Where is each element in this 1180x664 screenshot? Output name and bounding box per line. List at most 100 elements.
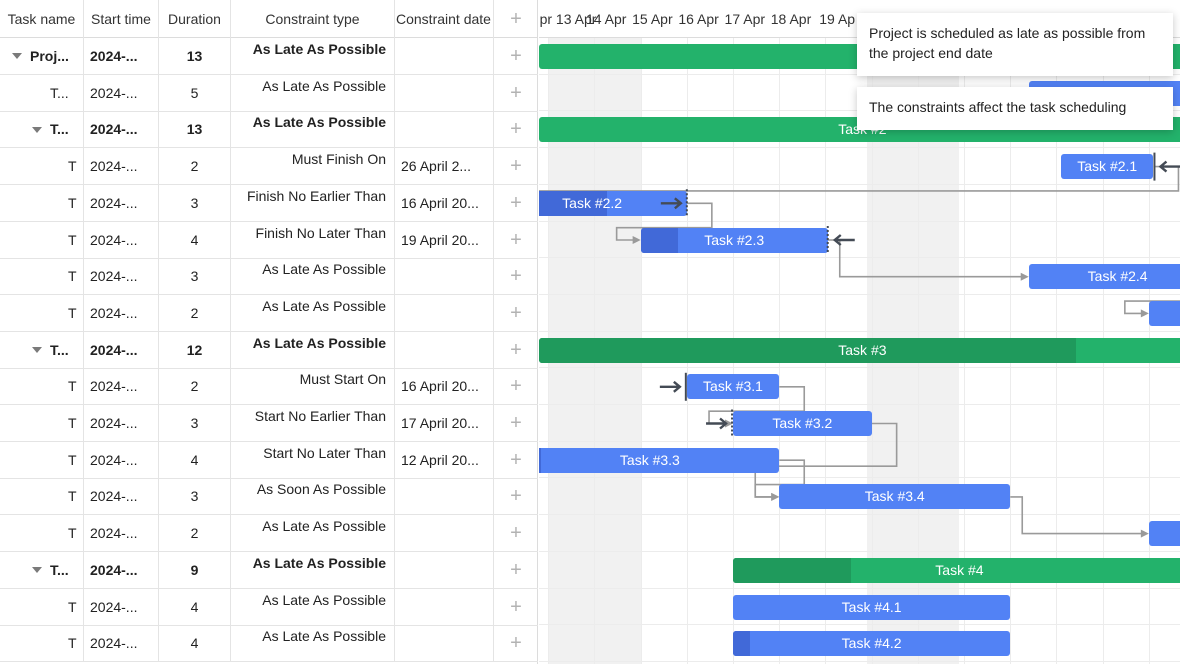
start-time-cell[interactable]: 2024-... — [84, 74, 159, 111]
add-subtask-button[interactable]: + — [494, 75, 538, 111]
task-name-cell[interactable]: T — [0, 625, 84, 662]
add-subtask-button[interactable]: + — [494, 295, 538, 331]
task-name-cell[interactable]: T — [0, 478, 84, 515]
task-name-cell[interactable]: T — [0, 368, 84, 405]
add-subtask-button[interactable]: + — [494, 478, 538, 514]
constraint-type-cell[interactable]: Must Start On — [231, 368, 395, 405]
duration-cell[interactable]: 4 — [159, 588, 231, 625]
collapse-caret-icon[interactable] — [32, 567, 42, 574]
task-name-cell[interactable]: T... — [0, 331, 84, 368]
table-row[interactable]: T 2024-... 4 As Late As Possible + — [0, 625, 538, 663]
start-time-cell[interactable]: 2024-... — [84, 294, 159, 331]
add-subtask-button[interactable]: + — [494, 552, 538, 588]
column-header-constraint-type[interactable]: Constraint type — [231, 0, 395, 38]
collapse-caret-icon[interactable] — [12, 53, 22, 60]
add-subtask-button[interactable]: + — [494, 515, 538, 551]
add-subtask-button[interactable]: + — [494, 442, 538, 478]
duration-cell[interactable]: 13 — [159, 111, 231, 148]
constraint-date-cell[interactable] — [395, 74, 494, 111]
table-row[interactable]: T 2024-... 2 Must Finish On 26 April 2... + — [0, 148, 538, 186]
constraint-date-cell[interactable] — [395, 625, 494, 662]
task-name-cell[interactable]: T... — [0, 74, 84, 111]
task-name-cell[interactable]: T — [0, 588, 84, 625]
start-time-cell[interactable]: 2024-... — [84, 588, 159, 625]
table-row[interactable]: Proj... 2024-... 13 As Late As Possible + — [0, 38, 538, 75]
constraint-date-cell[interactable] — [395, 588, 494, 625]
constraint-date-cell[interactable] — [395, 258, 494, 295]
duration-cell[interactable]: 5 — [159, 74, 231, 111]
column-header-constraint-date[interactable]: Constraint date — [395, 0, 494, 38]
constraint-date-cell[interactable]: 16 April 20... — [395, 368, 494, 405]
start-time-cell[interactable]: 2024-... — [84, 331, 159, 368]
column-header-start-time[interactable]: Start time — [84, 0, 159, 38]
add-subtask-button[interactable]: + — [494, 589, 538, 625]
constraint-type-cell[interactable]: As Soon As Possible — [231, 478, 395, 515]
table-row[interactable]: T 2024-... 4 Start No Later Than 12 April 20… — [0, 441, 538, 479]
duration-cell[interactable]: 2 — [159, 368, 231, 405]
add-subtask-button[interactable]: + — [494, 258, 538, 294]
table-row[interactable]: T 2024-... 3 Finish No Earlier Than 16 April… — [0, 184, 538, 222]
table-row[interactable]: T 2024-... 3 As Late As Possible + — [0, 258, 538, 296]
duration-cell[interactable]: 3 — [159, 478, 231, 515]
add-subtask-button[interactable]: + — [494, 332, 538, 368]
add-subtask-button[interactable]: + — [494, 222, 538, 258]
constraint-date-cell[interactable] — [395, 111, 494, 148]
duration-cell[interactable]: 2 — [159, 148, 231, 185]
duration-cell[interactable]: 4 — [159, 221, 231, 258]
task-name-cell[interactable]: T — [0, 221, 84, 258]
add-subtask-button[interactable]: + — [494, 625, 538, 661]
constraint-type-cell[interactable]: As Late As Possible — [231, 111, 395, 148]
start-time-cell[interactable]: 2024-... — [84, 441, 159, 478]
add-subtask-button[interactable]: + — [494, 111, 538, 147]
column-header-task-name[interactable]: Task name — [0, 0, 84, 38]
duration-cell[interactable]: 3 — [159, 258, 231, 295]
constraint-date-cell[interactable] — [395, 38, 494, 74]
table-row[interactable]: T 2024-... 3 As Soon As Possible + — [0, 478, 538, 516]
column-header-duration[interactable]: Duration — [159, 0, 231, 38]
start-time-cell[interactable]: 2024-... — [84, 515, 159, 552]
table-row[interactable]: T 2024-... 2 As Late As Possible + — [0, 515, 538, 553]
add-subtask-button[interactable]: + — [494, 405, 538, 441]
constraint-type-cell[interactable]: As Late As Possible — [231, 38, 395, 74]
constraint-date-cell[interactable]: 16 April 20... — [395, 184, 494, 221]
table-row[interactable]: T 2024-... 4 Finish No Later Than 19 April 2… — [0, 221, 538, 259]
add-subtask-button[interactable]: + — [494, 368, 538, 404]
start-time-cell[interactable]: 2024-... — [84, 478, 159, 515]
task-name-cell[interactable]: T — [0, 184, 84, 221]
task-name-cell[interactable]: Proj... — [0, 38, 84, 74]
constraint-type-cell[interactable]: Start No Earlier Than — [231, 405, 395, 441]
task-name-cell[interactable]: T — [0, 441, 84, 478]
duration-cell[interactable]: 4 — [159, 441, 231, 478]
task-name-cell[interactable]: T — [0, 515, 84, 552]
table-row[interactable]: T 2024-... 2 Must Start On 16 April 20... + — [0, 368, 538, 406]
add-task-header-button[interactable]: + — [494, 0, 538, 38]
constraint-date-cell[interactable]: 26 April 2... — [395, 148, 494, 185]
table-row[interactable]: T... 2024-... 5 As Late As Possible + — [0, 74, 538, 112]
start-time-cell[interactable]: 2024-... — [84, 551, 159, 588]
task-name-cell[interactable]: T... — [0, 111, 84, 148]
table-row[interactable]: T... 2024-... 12 As Late As Possible + — [0, 331, 538, 369]
duration-cell[interactable]: 13 — [159, 38, 231, 74]
constraint-date-cell[interactable]: 17 April 20... — [395, 405, 494, 441]
task-name-cell[interactable]: T — [0, 294, 84, 331]
table-row[interactable]: T... 2024-... 9 As Late As Possible + — [0, 551, 538, 589]
duration-cell[interactable]: 2 — [159, 515, 231, 552]
start-time-cell[interactable]: 2024-... — [84, 148, 159, 185]
duration-cell[interactable]: 12 — [159, 331, 231, 368]
task-name-cell[interactable]: T — [0, 258, 84, 295]
start-time-cell[interactable]: 2024-... — [84, 368, 159, 405]
start-time-cell[interactable]: 2024-... — [84, 38, 159, 74]
table-row[interactable]: T... 2024-... 13 As Late As Possible + — [0, 111, 538, 149]
constraint-date-cell[interactable] — [395, 331, 494, 368]
start-time-cell[interactable]: 2024-... — [84, 258, 159, 295]
constraint-type-cell[interactable]: As Late As Possible — [231, 258, 395, 295]
start-time-cell[interactable]: 2024-... — [84, 111, 159, 148]
constraint-type-cell[interactable]: Must Finish On — [231, 148, 395, 185]
table-row[interactable]: T 2024-... 4 As Late As Possible + — [0, 588, 538, 626]
constraint-date-cell[interactable] — [395, 294, 494, 331]
table-row[interactable]: T 2024-... 3 Start No Earlier Than 17 April … — [0, 405, 538, 442]
duration-cell[interactable]: 3 — [159, 184, 231, 221]
task-name-cell[interactable]: T... — [0, 551, 84, 588]
constraint-date-cell[interactable]: 12 April 20... — [395, 441, 494, 478]
collapse-caret-icon[interactable] — [32, 346, 42, 353]
